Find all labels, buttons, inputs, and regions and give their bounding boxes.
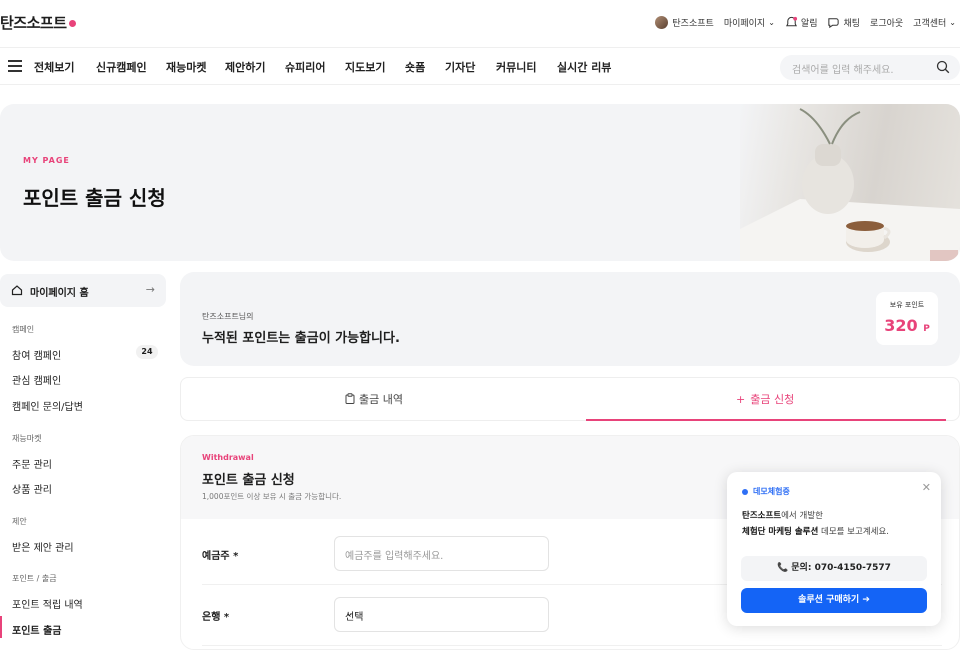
sidebar-item-orders[interactable]: 주문 관리: [12, 456, 52, 471]
holder-input[interactable]: 예금주를 입력해주세요.: [334, 536, 549, 571]
section-title: 캠페인: [12, 325, 35, 334]
logout-link[interactable]: 로그아웃: [870, 16, 903, 29]
form-title: 포인트 출금 신청: [202, 473, 295, 488]
sidebar-item-proposals[interactable]: 받은 제안 관리: [12, 539, 74, 554]
nav-item[interactable]: 제안하기: [225, 59, 265, 75]
mypage-home-link[interactable]: 마이페이지 홈 →: [0, 274, 166, 307]
nav-item[interactable]: 지도보기: [345, 59, 385, 75]
points-label: 보유 포인트: [889, 301, 925, 309]
points-box: 보유 포인트 320 P: [876, 292, 938, 345]
sidebar-item-participating[interactable]: 참여 캠페인: [12, 347, 61, 362]
popup-line-2: 체험단 마케팅 솔루션 데모를 보고계세요.: [742, 527, 889, 537]
tab-request[interactable]: + 출금 신청: [736, 391, 794, 407]
search-placeholder: 검색어를 입력 해주세요.: [792, 65, 894, 76]
form-description: 1,000포인트 이상 보유 시 출금 가능합니다.: [202, 492, 342, 501]
brand-logo[interactable]: 탄즈소프트: [0, 12, 76, 33]
support-menu[interactable]: 고객센터 ⌄: [913, 16, 956, 29]
bank-label: 은행 *: [202, 612, 230, 623]
nav-item[interactable]: 기자단: [445, 59, 475, 75]
tab-history[interactable]: 출금 내역: [345, 391, 403, 407]
user-name: 탄즈소프트: [672, 19, 714, 29]
plus-icon: +: [736, 393, 746, 406]
home-label: 마이페이지 홈: [30, 288, 89, 299]
sidebar-item-interest[interactable]: 관심 캠페인: [12, 372, 61, 387]
section-title: 포인트 / 출금: [12, 574, 57, 583]
sidebar-item-point-history[interactable]: 포인트 적립 내역: [12, 596, 83, 611]
nav-all[interactable]: 전체보기: [34, 59, 74, 75]
clipboard-icon: [345, 393, 355, 404]
page-hero: MY PAGE 포인트 출금 신청: [0, 104, 960, 261]
nav-item[interactable]: 실시간 리뷰: [557, 59, 611, 75]
page-title: 포인트 출금 신청: [23, 186, 166, 210]
arrow-right-icon: →: [145, 283, 155, 296]
sidebar-item-products[interactable]: 상품 관리: [12, 481, 52, 496]
nav-item[interactable]: 커뮤니티: [496, 59, 536, 75]
sidebar-item-inquiry[interactable]: 캠페인 문의/답변: [12, 398, 83, 413]
section-title: 재능마켓: [12, 434, 42, 443]
chevron-down-icon: ⌄: [345, 608, 354, 619]
avatar: [655, 16, 669, 29]
active-indicator: [0, 616, 2, 638]
chevron-down-icon: ⌄: [768, 18, 775, 27]
home-icon: [11, 285, 23, 296]
withdraw-tabs: 출금 내역 + 출금 신청: [180, 377, 960, 421]
demo-tag: 데모체험중: [753, 487, 790, 496]
form-kicker: Withdrawal: [202, 453, 254, 462]
phone-icon: 📞: [777, 563, 789, 573]
holder-label: 예금주 *: [202, 551, 239, 562]
close-icon[interactable]: ✕: [922, 481, 931, 494]
divider: [202, 645, 942, 646]
alarm-label: 알림: [800, 19, 818, 29]
top-utility-menu: 탄즈소프트 마이페이지 ⌄ 알림 채팅 로그아웃 고객센터 ⌄: [645, 16, 956, 29]
chevron-down-icon: ⌄: [949, 18, 956, 27]
nav-item[interactable]: 신규캠페인: [96, 59, 147, 75]
user-profile[interactable]: 탄즈소프트: [655, 16, 714, 29]
points-value: 320 P: [884, 316, 930, 335]
call-button[interactable]: 📞 문의: 070-4150-7577: [741, 556, 927, 581]
hamburger-icon[interactable]: [8, 60, 22, 72]
alarm-link[interactable]: 알림: [785, 16, 818, 29]
tab-active-underline: [586, 419, 946, 421]
status-dot: [742, 489, 748, 495]
summary-subtitle: 탄즈소프트님의: [202, 312, 254, 321]
hero-photo: [740, 104, 960, 261]
holder-placeholder: 예금주를 입력해주세요.: [345, 551, 444, 562]
chat-link[interactable]: 채팅: [827, 16, 860, 29]
demo-popup: 데모체험중 ✕ 탄즈소프트에서 개발한 체험단 마케팅 솔루션 데모를 보고계세…: [727, 472, 941, 626]
summary-title: 누적된 포인트는 출금이 가능합니다.: [202, 331, 400, 346]
search-icon[interactable]: [936, 60, 950, 74]
support-label: 고객센터: [913, 19, 947, 29]
mypage-label: 마이페이지: [723, 19, 766, 29]
bell-icon: [785, 16, 797, 27]
buy-solution-button[interactable]: 솔루션 구매하기 ➔: [741, 588, 927, 613]
logout-label: 로그아웃: [870, 19, 904, 29]
top-bar: 탄즈소프트 탄즈소프트 마이페이지 ⌄ 알림 채팅 로그아웃 고객센터 ⌄: [0, 0, 960, 48]
points-summary-card: 탄즈소프트님의 누적된 포인트는 출금이 가능합니다. 보유 포인트 320 P: [180, 272, 960, 366]
bank-select[interactable]: 선택 ⌄: [334, 597, 549, 632]
mypage-sidebar: 마이페이지 홈 → 캠페인 참여 캠페인 24 관심 캠페인 캠페인 문의/답변…: [0, 274, 166, 638]
chat-icon: [828, 18, 840, 29]
chat-label: 채팅: [843, 19, 861, 29]
sidebar-item-withdraw[interactable]: 포인트 출금: [12, 622, 61, 637]
section-title: 제안: [12, 517, 27, 526]
hero-kicker: MY PAGE: [23, 156, 70, 165]
nav-item[interactable]: 재능마켓: [166, 59, 206, 75]
nav-item[interactable]: 슈피리어: [285, 59, 325, 75]
mypage-menu[interactable]: 마이페이지 ⌄: [724, 16, 775, 29]
popup-line-1: 탄즈소프트에서 개발한: [742, 511, 823, 521]
nav-item[interactable]: 숏폼: [405, 59, 425, 75]
logo-dot: [68, 20, 76, 27]
count-badge: 24: [136, 345, 158, 359]
search-input[interactable]: 검색어를 입력 해주세요.: [780, 55, 960, 80]
